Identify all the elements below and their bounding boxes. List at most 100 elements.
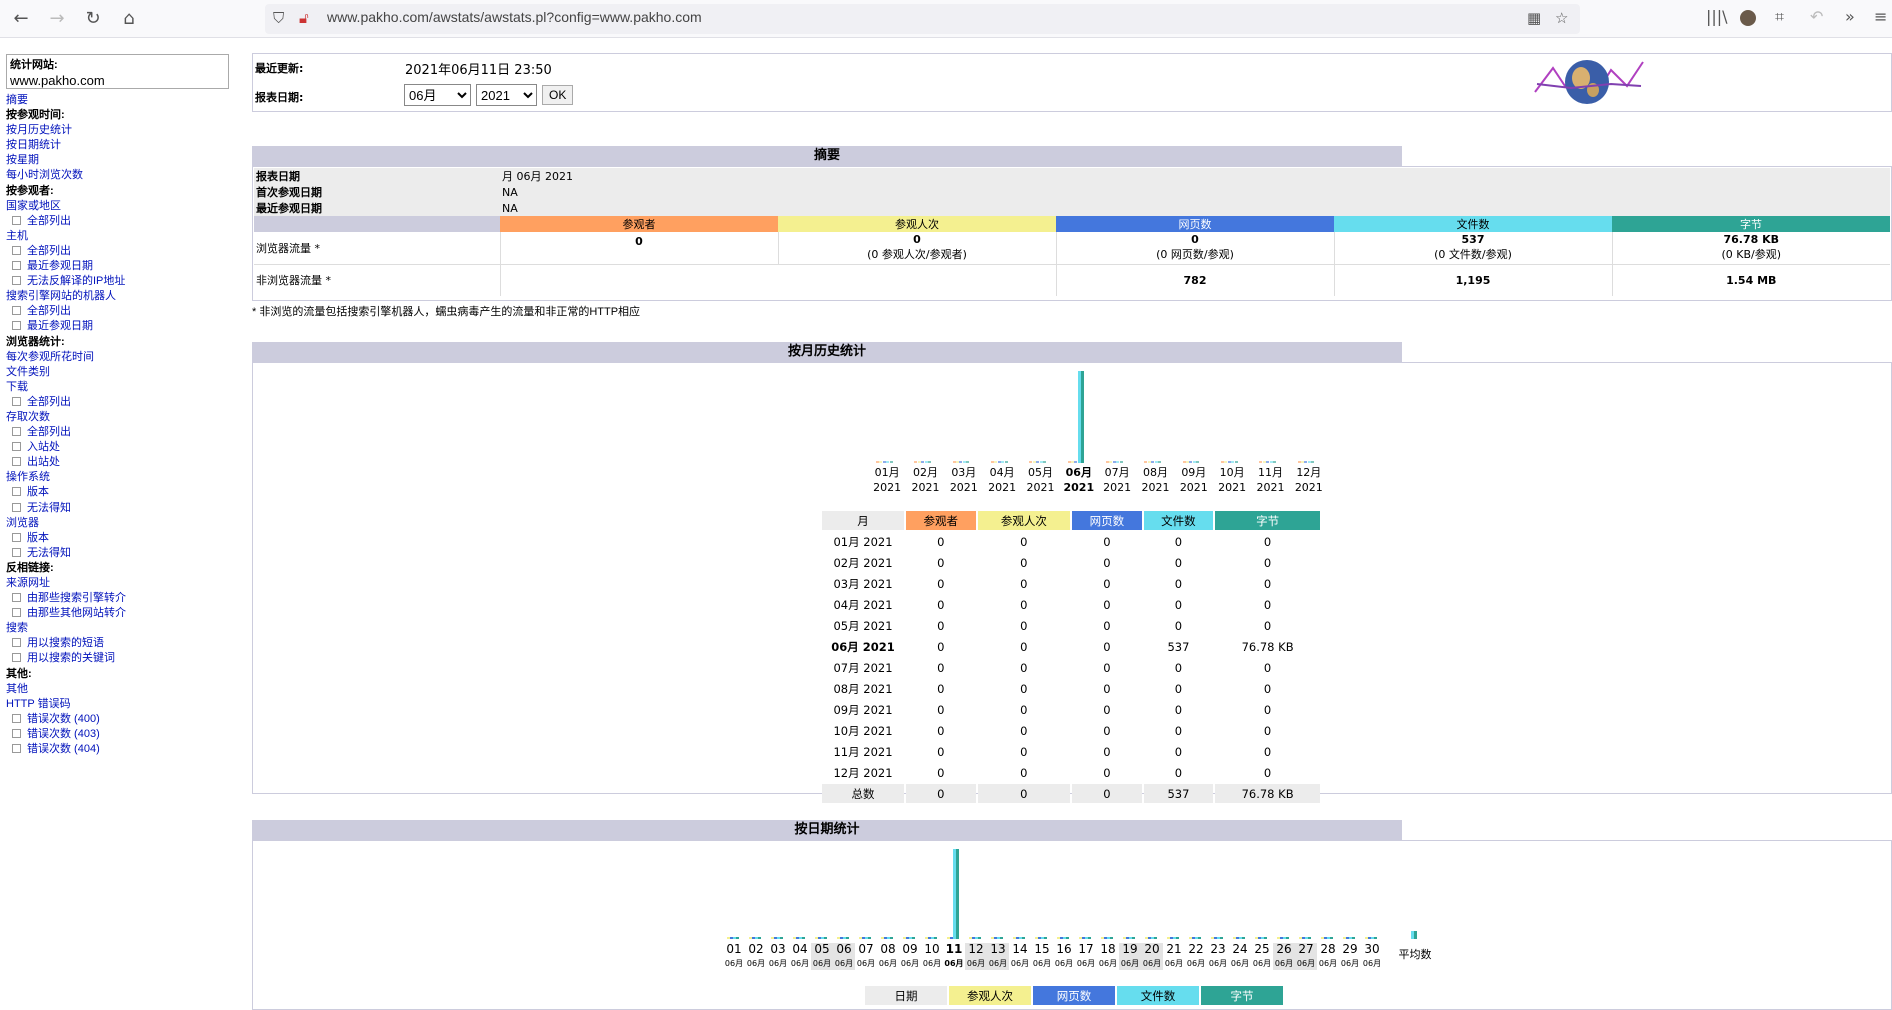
link-weekday[interactable]: 按星期 bbox=[6, 154, 39, 166]
link-filetypes[interactable]: 文件类别 bbox=[6, 366, 50, 378]
link-browsers-version[interactable]: 版本 bbox=[27, 532, 49, 544]
overflow-chevron-icon[interactable]: » bbox=[1845, 7, 1855, 26]
link-robots-last[interactable]: 最近参观日期 bbox=[27, 320, 93, 332]
row-value: 0 bbox=[1103, 639, 1111, 654]
avatar[interactable] bbox=[1740, 10, 1756, 26]
forward-icon[interactable]: → bbox=[44, 7, 70, 31]
link-country-all[interactable]: 全部列出 bbox=[27, 215, 71, 227]
link-pages[interactable]: 存取次数 bbox=[6, 411, 50, 423]
row-value: 0 bbox=[1174, 723, 1183, 738]
row-value: 0 bbox=[1103, 534, 1111, 549]
back-icon[interactable]: ← bbox=[8, 7, 34, 31]
monthly-bar bbox=[927, 461, 931, 463]
link-monthly[interactable]: 按月历史统计 bbox=[6, 124, 72, 136]
link-hosts-unresolved[interactable]: 无法反解译的IP地址 bbox=[27, 275, 125, 287]
link-pages-all[interactable]: 全部列出 bbox=[27, 426, 71, 438]
site-value: www.pakho.com bbox=[10, 73, 105, 89]
undo-icon[interactable]: ↶ bbox=[1810, 7, 1823, 26]
row-value: 0 bbox=[1263, 681, 1272, 696]
notviewed-label: 非浏览器流量 * bbox=[254, 264, 501, 296]
ok-button[interactable]: OK bbox=[542, 85, 574, 105]
link-err404[interactable]: 错误次数 (404) bbox=[27, 743, 100, 755]
dcol-bytes: 字节 bbox=[1201, 986, 1283, 1005]
daily-average-bar bbox=[1414, 931, 1417, 939]
daily-table-header: 日期 参观人次 网页数 文件数 字节 bbox=[863, 984, 1285, 1007]
link-search-phrases[interactable]: 用以搜索的短语 bbox=[27, 637, 104, 649]
shield-icon[interactable]: ⛉ bbox=[273, 9, 284, 27]
row-value: 0 bbox=[1174, 681, 1183, 696]
daily-bar bbox=[1044, 937, 1047, 939]
col-hits: 文件数 bbox=[1334, 216, 1612, 232]
row-value: 537 bbox=[1167, 639, 1190, 654]
table-row: 01月 2021 0 0 0 0 0 bbox=[822, 532, 1320, 551]
popup-icon bbox=[12, 547, 21, 557]
library-icon[interactable]: |||\ bbox=[1706, 7, 1728, 26]
link-daily[interactable]: 按日期统计 bbox=[6, 139, 61, 151]
row-label: 09月 2021 bbox=[833, 702, 893, 717]
daily-axis-label: 06 06月 bbox=[833, 942, 855, 970]
link-robots[interactable]: 搜索引擎网站的机器人 bbox=[6, 290, 116, 302]
link-robots-all[interactable]: 全部列出 bbox=[27, 305, 71, 317]
link-search-keywords[interactable]: 用以搜索的关键词 bbox=[27, 652, 115, 664]
link-visit-time[interactable]: 每次参观所花时间 bbox=[6, 351, 94, 363]
link-entry[interactable]: 入站处 bbox=[27, 441, 60, 453]
link-hosts-last[interactable]: 最近参观日期 bbox=[27, 260, 93, 272]
link-downloads-all[interactable]: 全部列出 bbox=[27, 396, 71, 408]
row-value: 537 bbox=[1143, 784, 1214, 803]
link-os-version[interactable]: 版本 bbox=[27, 486, 49, 498]
last-visit-label: 最近参观日期 bbox=[256, 202, 322, 215]
link-browsers[interactable]: 浏览器 bbox=[6, 517, 39, 529]
link-summary[interactable]: 摘要 bbox=[6, 94, 28, 106]
year-select[interactable]: 2021 bbox=[476, 84, 537, 106]
insecure-lock-icon[interactable]: 🔓︎ bbox=[299, 9, 309, 27]
link-hourly[interactable]: 每小时浏览次数 bbox=[6, 169, 83, 181]
url-text[interactable]: www.pakho.com/awstats/awstats.pl?config=… bbox=[327, 9, 702, 25]
monthly-bar bbox=[1004, 461, 1008, 463]
menu-icon[interactable]: ≡ bbox=[1874, 7, 1887, 26]
link-hosts-all[interactable]: 全部列出 bbox=[27, 245, 71, 257]
row-value: 0 bbox=[1174, 555, 1183, 570]
link-os[interactable]: 操作系统 bbox=[6, 471, 50, 483]
daily-axis-label: 28 06月 bbox=[1318, 942, 1338, 969]
row-value: 0 bbox=[937, 660, 945, 675]
link-origin-se[interactable]: 由那些搜索引擎转介 bbox=[27, 592, 126, 604]
col-bytes: 字节 bbox=[1612, 216, 1890, 232]
link-hosts[interactable]: 主机 bbox=[6, 230, 28, 242]
daily-box: 01 06月 02 06月 03 06月 04 06月 05 06月 06 06月 07 06月 08 06月… bbox=[252, 840, 1892, 1010]
month-select[interactable]: 06月 bbox=[404, 84, 471, 106]
daily-bar bbox=[1242, 937, 1245, 939]
link-errors[interactable]: HTTP 错误码 bbox=[6, 698, 71, 710]
home-icon[interactable]: ⌂ bbox=[116, 7, 142, 31]
link-origin[interactable]: 来源网址 bbox=[6, 577, 50, 589]
monthly-axis-label: 06月 2021 bbox=[1063, 466, 1095, 494]
row-value: 0 bbox=[1020, 723, 1028, 738]
link-downloads[interactable]: 下载 bbox=[6, 381, 28, 393]
qr-code-icon[interactable]: ▦ bbox=[1527, 9, 1541, 27]
link-err403[interactable]: 错误次数 (403) bbox=[27, 728, 100, 740]
link-browsers-unknown[interactable]: 无法得知 bbox=[27, 547, 71, 559]
link-exit[interactable]: 出站处 bbox=[27, 456, 60, 468]
viewed-bytes-sub: (0 KB/参观) bbox=[1721, 248, 1782, 262]
link-err400[interactable]: 错误次数 (400) bbox=[27, 713, 100, 725]
link-search[interactable]: 搜索 bbox=[6, 622, 28, 634]
monthly-axis-label: 12月 2021 bbox=[1294, 466, 1323, 494]
last-visit-value: NA bbox=[502, 201, 518, 215]
daily-bar bbox=[868, 937, 871, 939]
link-misc[interactable]: 其他 bbox=[6, 683, 28, 695]
crop-icon[interactable]: ⌗ bbox=[1775, 7, 1784, 27]
link-country[interactable]: 国家或地区 bbox=[6, 200, 61, 212]
row-value: 0 bbox=[937, 681, 945, 696]
bookmark-star-icon[interactable]: ☆ bbox=[1555, 9, 1568, 27]
link-origin-other[interactable]: 由那些其他网站转介 bbox=[27, 607, 126, 619]
viewed-visits: 0 bbox=[913, 233, 921, 247]
popup-icon bbox=[12, 457, 21, 467]
heading-by-visitor: 按参观者: bbox=[6, 184, 54, 197]
link-os-unknown[interactable]: 无法得知 bbox=[27, 502, 71, 514]
reload-icon[interactable]: ↻ bbox=[80, 7, 106, 31]
address-bar[interactable]: ⛉ 🔓︎ www.pakho.com/awstats/awstats.pl?co… bbox=[265, 4, 1580, 34]
row-value: 0 bbox=[937, 744, 945, 759]
monthly-bar bbox=[1311, 461, 1315, 463]
header-box: 最近更新: 2021年06月11日 23:50 报表日期: 06月 2021 O… bbox=[252, 53, 1892, 112]
row-label: 05月 2021 bbox=[833, 618, 893, 633]
row-value: 0 bbox=[1174, 618, 1183, 633]
